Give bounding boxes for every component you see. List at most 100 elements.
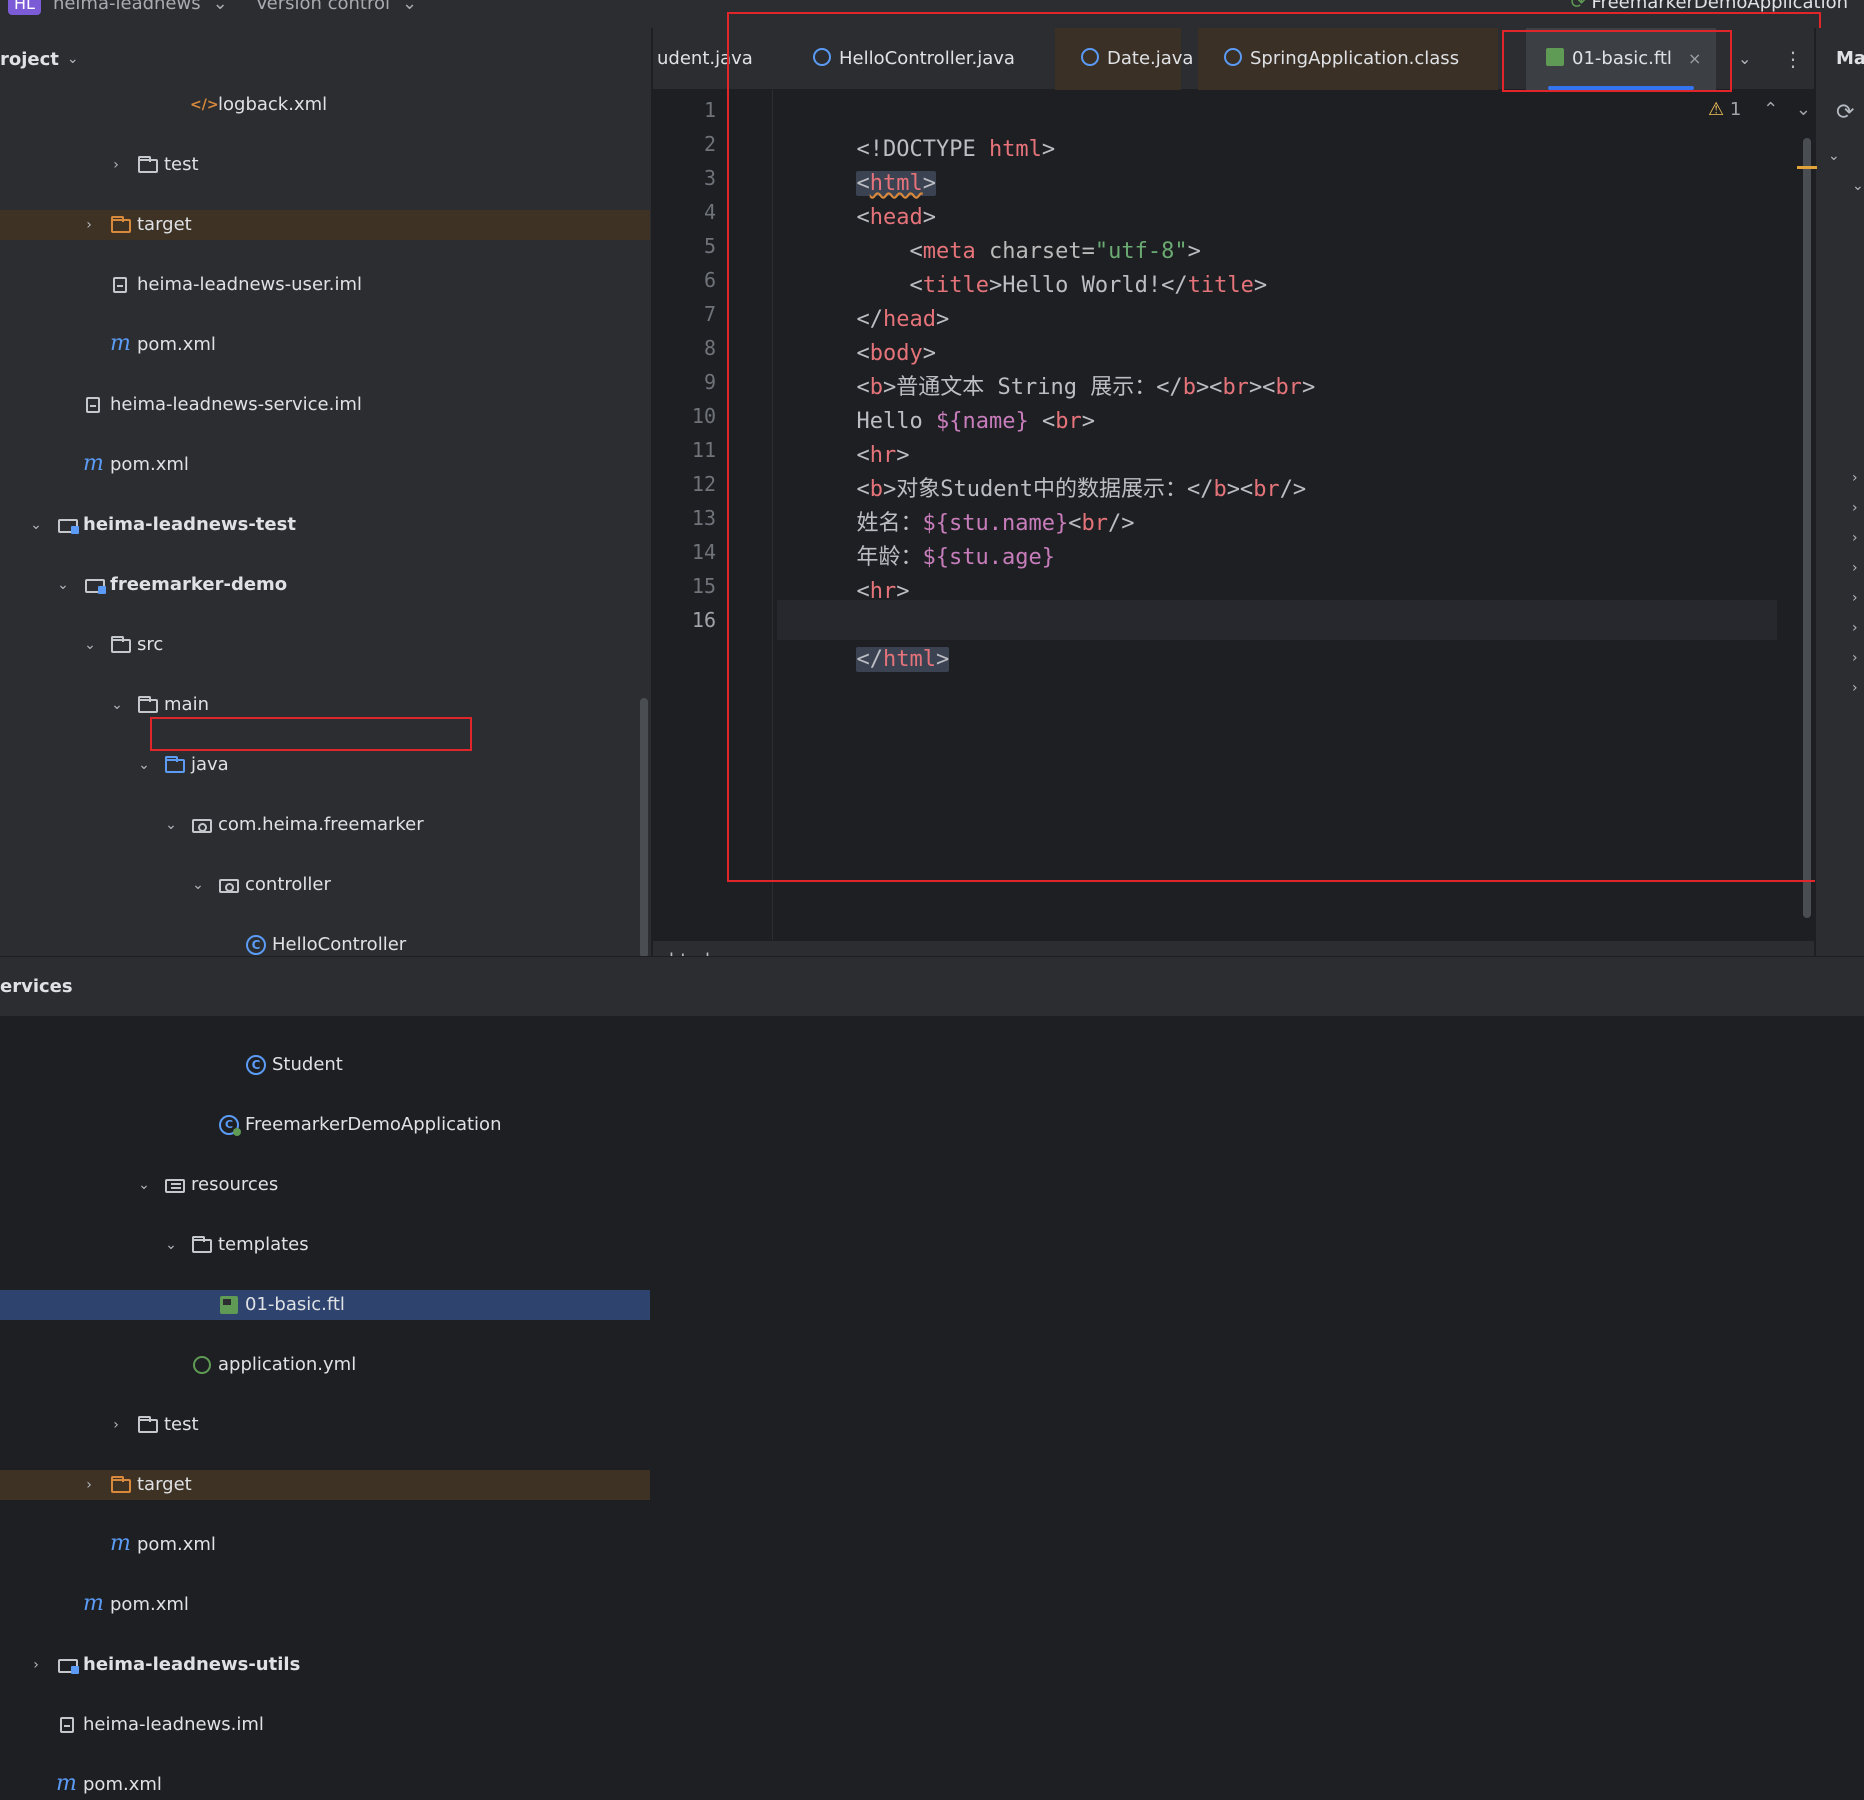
tree-item[interactable]: ⌄ com.heima.freemarker	[0, 810, 650, 840]
chevron-down-icon[interactable]: ⌄	[163, 810, 179, 840]
project-panel-title: roject	[0, 48, 59, 70]
folder-icon	[138, 1416, 158, 1433]
freemarker-file-icon	[220, 1296, 238, 1314]
tree-item[interactable]: application.yml	[0, 1350, 650, 1380]
tree-item[interactable]: › heima-leadnews-utils	[0, 1650, 650, 1680]
chevron-down-icon[interactable]: ⌄	[1852, 178, 1864, 194]
class-icon: C	[246, 935, 266, 955]
tree-item[interactable]: › target	[0, 1470, 650, 1500]
tree-item[interactable]: ⌄ heima-leadnews-test	[0, 510, 650, 540]
chevron-right-icon[interactable]: ›	[1852, 470, 1858, 486]
tree-item[interactable]: ⌄ freemarker-demo	[0, 570, 650, 600]
tree-item[interactable]: › test	[0, 1410, 650, 1440]
editor-tab-active[interactable]: 01-basic.ftl ×	[1526, 28, 1716, 90]
chevron-right-icon[interactable]: ›	[1852, 560, 1858, 576]
tree-item[interactable]: ⌄ controller	[0, 870, 650, 900]
chevron-down-icon[interactable]: ⌄	[109, 690, 125, 720]
tree-item[interactable]: m pom.xml	[0, 330, 650, 360]
chevron-down-icon[interactable]: ⌄	[28, 510, 44, 540]
iml-file-icon	[60, 1717, 74, 1733]
chevron-down-icon[interactable]: ⌄	[163, 1230, 179, 1260]
line-number-current: 16	[691, 608, 716, 632]
warning-icon: ⚠	[1708, 99, 1725, 120]
title-bar: HL heima-leadnews ⌄ Version control ⌄ ⟳ …	[0, 0, 1864, 28]
tree-item[interactable]: heima-leadnews-service.iml	[0, 390, 650, 420]
editor-tab[interactable]: Date.java	[1055, 28, 1193, 90]
chevron-right-icon[interactable]: ›	[1852, 650, 1858, 666]
module-folder-icon	[85, 579, 106, 594]
project-name[interactable]: heima-leadnews	[53, 0, 201, 14]
maven-panel-title[interactable]: Ma	[1836, 28, 1864, 90]
chevron-right-icon[interactable]: ›	[1852, 530, 1858, 546]
run-config-selector[interactable]: ⟳ FreemarkerDemoApplication	[1571, 0, 1848, 13]
chevron-down-icon[interactable]: ⌄	[136, 1170, 152, 1200]
code-editor[interactable]: <!DOCTYPE html> <html> <head> <meta char…	[777, 90, 1777, 940]
close-icon[interactable]: ×	[1688, 49, 1701, 68]
tree-item[interactable]: C FreemarkerDemoApplication	[0, 1110, 650, 1140]
chevron-down-icon[interactable]: ⌄	[67, 51, 79, 67]
services-tool-window: ervices	[0, 956, 1864, 1016]
tree-item[interactable]: ⌄ templates	[0, 1230, 650, 1260]
tree-item[interactable]: m pom.xml	[0, 1590, 650, 1620]
tree-item[interactable]: heima-leadnews-user.iml	[0, 270, 650, 300]
source-folder-icon	[165, 756, 185, 773]
tree-item[interactable]: m pom.xml	[0, 1770, 650, 1800]
maven-pom-icon: m	[110, 1531, 131, 1556]
more-vertical-icon[interactable]: ⋮	[1783, 28, 1803, 90]
chevron-right-icon[interactable]: ›	[81, 210, 97, 240]
spring-app-class-icon: C	[219, 1115, 241, 1136]
tree-item-selected[interactable]: 01-basic.ftl	[0, 1290, 650, 1320]
xml-file-icon: </>	[190, 97, 219, 113]
project-tree-scrollbar[interactable]	[640, 698, 648, 958]
tree-item[interactable]: ⌄ resources	[0, 1170, 650, 1200]
iml-file-icon	[86, 397, 100, 413]
chevron-down-icon[interactable]: ⌄	[402, 0, 417, 14]
tree-item[interactable]: ⌄ java	[0, 750, 650, 780]
chevron-down-icon[interactable]: ⌄	[136, 750, 152, 780]
editor-tab[interactable]: HelloController.java	[813, 28, 1053, 90]
chevron-right-icon[interactable]: ›	[81, 1470, 97, 1500]
chevron-right-icon[interactable]: ›	[1852, 620, 1858, 636]
editor-tab[interactable]: SpringApplication.class	[1198, 28, 1498, 90]
tree-item[interactable]: ⌄ src	[0, 630, 650, 660]
chevron-down-icon[interactable]: ⌄	[1828, 148, 1840, 164]
tree-item[interactable]: › test	[0, 150, 650, 180]
folder-icon	[111, 636, 131, 653]
chevron-right-icon[interactable]: ›	[28, 1650, 44, 1680]
excluded-folder-icon	[111, 1476, 131, 1493]
chevron-right-icon[interactable]: ›	[108, 150, 124, 180]
scroll-marker	[1797, 166, 1817, 169]
class-icon	[1081, 48, 1099, 66]
services-title[interactable]: ervices	[0, 957, 73, 1017]
refresh-icon[interactable]: ⟳	[1836, 100, 1854, 125]
chevron-up-icon[interactable]: ⌃	[1763, 99, 1778, 120]
chevron-down-icon[interactable]: ⌄	[213, 0, 228, 14]
chevron-right-icon[interactable]: ›	[1852, 500, 1858, 516]
run-config-label: FreemarkerDemoApplication	[1591, 0, 1848, 13]
tree-item[interactable]: ⌄ main	[0, 690, 650, 720]
chevron-right-icon[interactable]: ›	[1852, 590, 1858, 606]
project-panel-header[interactable]: roject ⌄	[0, 28, 651, 90]
tree-item[interactable]: heima-leadnews.iml	[0, 1710, 650, 1740]
editor-tab[interactable]: udent.java	[653, 28, 767, 90]
vcs-widget[interactable]: Version control	[256, 0, 390, 14]
chevron-right-icon[interactable]: ›	[108, 1410, 124, 1440]
chevron-right-icon[interactable]: ›	[1852, 680, 1858, 696]
chevron-down-icon[interactable]: ⌄	[1796, 99, 1811, 120]
chevron-down-icon[interactable]: ⌄	[82, 630, 98, 660]
line-number-gutter[interactable]: 1 2 3 4 5 6 7 8 9 10 11 12 13 14 15 16	[653, 90, 773, 940]
chevron-down-icon[interactable]: ⌄	[190, 870, 206, 900]
tree-item[interactable]: m pom.xml	[0, 450, 650, 480]
chevron-down-icon[interactable]: ⌄	[55, 570, 71, 600]
chevron-down-icon[interactable]: ⌄	[1738, 28, 1751, 90]
maven-pom-icon: m	[56, 1771, 77, 1796]
tree-item[interactable]: C Student	[0, 1050, 650, 1080]
inspection-widget[interactable]: ⚠ 1 ⌃ ⌄	[1708, 90, 1811, 130]
tree-item[interactable]: › target	[0, 210, 650, 240]
tree-item[interactable]: m pom.xml	[0, 1530, 650, 1560]
project-tree: </> logback.xml › test › target heima-le…	[0, 90, 650, 1796]
editor-scrollbar[interactable]	[1803, 138, 1811, 918]
tree-item[interactable]: </> logback.xml	[0, 90, 650, 120]
project-badge[interactable]: HL	[8, 0, 41, 15]
code-line-current: </html>	[777, 600, 1777, 672]
